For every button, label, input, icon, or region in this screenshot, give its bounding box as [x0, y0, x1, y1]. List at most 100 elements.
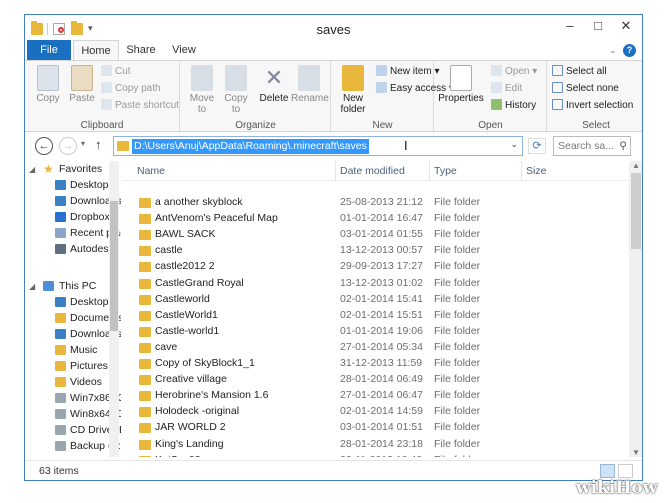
nav-fav-autodesk[interactable]: Autodesk	[55, 241, 114, 257]
refresh-button[interactable]: ⟳	[528, 138, 546, 154]
file-date: 27-01-2014 05:34	[340, 340, 423, 353]
maximize-button[interactable]: □	[584, 15, 612, 37]
move-to-icon	[191, 65, 213, 91]
file-row[interactable]: Castleworld 02-01-2014 15:41 File folder	[123, 292, 623, 308]
nav-scrollbar-thumb[interactable]	[110, 201, 118, 331]
file-name: Castle-world1	[155, 324, 220, 337]
file-row[interactable]: CastleWorld1 02-01-2014 15:51 File folder	[123, 308, 623, 324]
minimize-button[interactable]: –	[556, 15, 584, 37]
select-all-button[interactable]: Select all	[552, 65, 607, 77]
column-date[interactable]: Date modified	[340, 165, 405, 177]
file-row[interactable]: Creative village 28-01-2014 06:49 File fol…	[123, 372, 623, 388]
tab-view[interactable]: View	[167, 40, 201, 60]
folder-icon	[139, 342, 151, 353]
address-bar[interactable]: D:\Users\Anuj\AppData\Roaming\.minecraft…	[113, 136, 523, 156]
paste-button[interactable]: Paste	[67, 65, 97, 104]
recent-locations-icon[interactable]: ▾	[81, 139, 85, 148]
up-button[interactable]: ↑	[95, 137, 102, 152]
open-button[interactable]: Open ▾	[491, 65, 537, 77]
file-type: File folder	[434, 308, 481, 321]
new-folder-label: New folder	[340, 93, 366, 115]
file-row[interactable]: a another skyblock 25-08-2013 21:12 File f…	[123, 195, 623, 211]
file-row[interactable]: CastleGrand Royal 13-12-2013 01:02 File fo…	[123, 276, 623, 292]
search-icon[interactable]: ⚲	[619, 137, 627, 155]
tab-home[interactable]: Home	[73, 40, 119, 60]
nav-fav-dropbox[interactable]: Dropbox	[55, 209, 110, 225]
file-row[interactable]: AntVenom's Peaceful Map 01-01-2014 16:47 F…	[123, 211, 623, 227]
nav-pc-videos[interactable]: Videos	[55, 374, 102, 390]
nav-favorites[interactable]: ★ Favorites	[43, 161, 102, 177]
file-name: castle2012 2	[155, 260, 215, 273]
file-date: 02-01-2014 14:59	[340, 405, 423, 418]
history-button[interactable]: History	[491, 99, 536, 111]
address-path[interactable]: D:\Users\Anuj\AppData\Roaming\.minecraft…	[132, 139, 369, 154]
collapse-icon[interactable]: ◢	[29, 162, 35, 178]
tab-share[interactable]: Share	[123, 40, 159, 60]
large-icons-view-button[interactable]	[618, 464, 633, 478]
folder-icon	[139, 423, 151, 434]
file-date: 28-01-2014 06:49	[340, 373, 423, 386]
scroll-up-icon[interactable]: ▲	[629, 161, 642, 170]
close-button[interactable]: ✕	[612, 15, 640, 37]
new-folder-button[interactable]: New folder	[334, 65, 372, 115]
file-name: Herobrine's Mansion 1.6	[155, 389, 269, 402]
help-icon[interactable]: ?	[623, 44, 636, 57]
cut-button[interactable]: Cut	[101, 65, 131, 77]
delete-button[interactable]: ✕ Delete	[257, 65, 291, 104]
file-row[interactable]: castle 13-12-2013 00:57 File folder	[123, 243, 623, 259]
nav-pc-pictures[interactable]: Pictures	[55, 358, 108, 374]
file-row[interactable]: castle2012 2 29-09-2013 17:27 File folder	[123, 259, 623, 275]
file-row[interactable]: cave 27-01-2014 05:34 File folder	[123, 340, 623, 356]
edit-button[interactable]: Edit	[491, 82, 522, 94]
select-none-button[interactable]: Select none	[552, 82, 619, 94]
file-row[interactable]: Castle-world1 01-01-2014 19:06 File folder	[123, 324, 623, 340]
details-view-button[interactable]	[600, 464, 615, 478]
file-date: 28-01-2014 23:18	[340, 437, 423, 450]
nav-fav-desktop[interactable]: Desktop	[55, 177, 109, 193]
copy-button[interactable]: Copy	[33, 65, 63, 104]
paste-shortcut-button[interactable]: Paste shortcut	[101, 99, 179, 111]
file-type: File folder	[434, 373, 481, 386]
file-row[interactable]: BAWL SACK 03-01-2014 01:55 File folder	[123, 227, 623, 243]
column-separator	[521, 161, 522, 181]
folder-icon	[139, 230, 151, 241]
invert-selection-button[interactable]: Invert selection	[552, 99, 633, 111]
nav-pc-desktop[interactable]: Desktop	[55, 294, 109, 310]
nav-pc-music[interactable]: Music	[55, 342, 97, 358]
address-dropdown-icon[interactable]: ⌄	[510, 139, 518, 150]
file-row[interactable]: Copy of SkyBlock1_1 31-12-2013 11:59 File …	[123, 356, 623, 372]
collapse-icon[interactable]: ◢	[29, 279, 35, 295]
nav-thispc[interactable]: This PC	[43, 278, 96, 294]
forward-button[interactable]: →	[59, 137, 77, 155]
file-row[interactable]: King's Landing 28-01-2014 23:18 File folde…	[123, 437, 623, 453]
delete-label: Delete	[259, 93, 289, 104]
scroll-down-icon[interactable]: ▼	[629, 448, 642, 457]
tab-file[interactable]: File	[27, 40, 71, 60]
videos-icon	[55, 377, 66, 387]
column-type[interactable]: Type	[434, 165, 457, 177]
edit-icon	[491, 82, 502, 93]
move-to-button[interactable]: Move to	[185, 65, 219, 115]
file-list-scrollbar-thumb[interactable]	[631, 173, 641, 249]
file-row[interactable]: JAR WORLD 2 03-01-2014 01:51 File folder	[123, 420, 623, 436]
folder-icon	[117, 141, 129, 151]
properties-button[interactable]: Properties	[437, 65, 485, 104]
file-row[interactable]: Herobrine's Mansion 1.6 27-01-2014 06:47 F…	[123, 388, 623, 404]
ribbon-expand-icon[interactable]: ⌄	[609, 45, 619, 55]
column-size[interactable]: Size	[526, 165, 546, 177]
copy-path-button[interactable]: Copy path	[101, 82, 161, 94]
clipboard-group: Copy Paste Cut Copy path Paste shortcut …	[25, 61, 180, 133]
search-input[interactable]: Search sa... ⚲	[553, 136, 631, 156]
copy-to-button[interactable]: Copy to	[219, 65, 253, 115]
open-group-label: Open	[478, 120, 503, 131]
new-item-button[interactable]: New item ▾	[376, 65, 440, 77]
nav-scrollbar[interactable]	[109, 161, 119, 457]
paste-icon	[71, 65, 93, 91]
back-button[interactable]: ←	[35, 137, 53, 155]
column-name[interactable]: Name	[137, 165, 165, 177]
file-row[interactable]: Holodeck -original 02-01-2014 14:59 File f…	[123, 404, 623, 420]
rename-button[interactable]: Rename	[291, 65, 329, 104]
file-date: 02-01-2014 15:51	[340, 308, 423, 321]
file-row[interactable]: KotSvu08 22-11-2013 18:48 File folder	[123, 453, 623, 457]
file-list-scrollbar[interactable]: ▲ ▼	[629, 161, 642, 457]
